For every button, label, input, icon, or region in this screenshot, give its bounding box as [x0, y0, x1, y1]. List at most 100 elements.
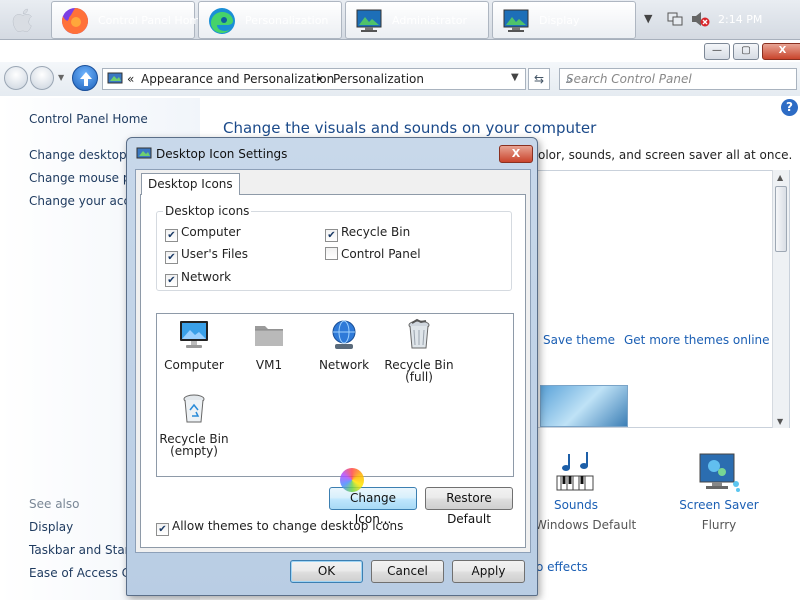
checkmark-icon[interactable]: ✔: [165, 229, 178, 242]
taskbar-button-edge[interactable]: Personalization: [198, 1, 342, 39]
checkbox-label: Control Panel: [341, 247, 421, 261]
back-button[interactable]: [4, 66, 28, 90]
icon-sublabel: (empty): [170, 444, 218, 458]
change-icon-button[interactable]: Change Icon...: [329, 487, 417, 526]
checkmark-icon[interactable]: ✔: [165, 251, 178, 264]
tab-desktop-icons[interactable]: Desktop Icons: [141, 173, 240, 195]
icon-label: Computer: [164, 358, 224, 372]
up-button[interactable]: [72, 65, 98, 91]
checkbox-recycle-bin[interactable]: ✔ Recycle Bin: [325, 225, 410, 242]
checkbox-network[interactable]: ✔ Network: [165, 270, 231, 287]
desktop-icons-group: Desktop icons ✔ Computer ✔ User's Files ✔ N…: [156, 204, 512, 291]
checkmark-icon[interactable]: ✔: [156, 523, 169, 536]
taskbar: Control Panel Home Personalization Admin…: [0, 0, 800, 40]
icon-item-vm1[interactable]: VM1: [232, 318, 306, 371]
checkbox-label: User's Files: [181, 247, 249, 261]
taskbar-button-admin[interactable]: Administrator: [345, 1, 489, 39]
busy-cursor-icon: [340, 468, 364, 492]
icon-label: VM1: [255, 358, 283, 372]
cancel-button[interactable]: Cancel: [371, 560, 444, 583]
address-dropdown-icon[interactable]: ▼: [511, 72, 519, 83]
close-window-button[interactable]: X: [762, 43, 800, 60]
apply-button[interactable]: Apply: [452, 560, 525, 583]
network-icon[interactable]: [666, 10, 684, 28]
icon-item-recycle-bin-full[interactable]: Recycle Bin (full): [382, 318, 456, 383]
icon-item-network[interactable]: Network: [307, 318, 381, 371]
music-notes-icon: [556, 452, 594, 491]
computer-icon: [180, 321, 208, 348]
help-icon[interactable]: ?: [781, 99, 798, 116]
screen-saver-title[interactable]: Screen Saver: [678, 498, 760, 512]
folder-icon: [255, 326, 283, 346]
address-bar[interactable]: « Appearance and Personalization ▸ Perso…: [102, 68, 526, 90]
icon-item-recycle-bin-empty[interactable]: Recycle Bin (empty): [157, 392, 231, 457]
checkmark-icon[interactable]: ✔: [165, 274, 178, 287]
page-description: olor, sounds, and screen saver all at on…: [538, 148, 793, 162]
sounds-item[interactable]: Sounds Windows Default: [535, 448, 637, 532]
checkbox-users-files[interactable]: ✔ User's Files: [165, 247, 248, 264]
minimize-button[interactable]: —: [704, 43, 730, 60]
desktop-icon-list[interactable]: Computer VM1 Network Recycle Bin (full) …: [156, 313, 514, 477]
taskbar-button-display[interactable]: Display: [492, 1, 636, 39]
edge-icon: [209, 8, 235, 34]
refresh-button[interactable]: ⇆: [528, 68, 550, 90]
dialog-title: Desktop Icon Settings: [156, 147, 288, 161]
theme-thumbnail[interactable]: [540, 385, 628, 427]
themes-scrollbar[interactable]: ▲ ▼: [772, 170, 789, 428]
screen-saver-subtitle: Flurry: [701, 518, 737, 532]
breadcrumb-overflow[interactable]: «: [127, 72, 134, 86]
arrow-up-icon: [80, 72, 92, 86]
taskbar-button-label: Control Panel Home: [98, 14, 207, 27]
control-panel-home-link[interactable]: Control Panel Home: [29, 112, 148, 126]
monitor-icon: [356, 9, 382, 32]
display-link[interactable]: Display: [29, 520, 73, 534]
page-title: Change the visuals and sounds on your co…: [223, 119, 597, 137]
taskbar-button-label: Personalization: [245, 14, 329, 27]
search-icon[interactable]: ⌕: [566, 72, 792, 87]
save-theme-link[interactable]: Save theme: [543, 333, 615, 347]
restore-default-button[interactable]: Restore Default: [425, 487, 513, 526]
sounds-title[interactable]: Sounds: [535, 498, 617, 512]
scroll-down-icon[interactable]: ▼: [777, 417, 783, 426]
forward-button[interactable]: [30, 66, 54, 90]
screen-saver-item[interactable]: Screen Saver Flurry: [678, 448, 760, 532]
group-label: Desktop icons: [163, 204, 252, 218]
checkbox-control-panel[interactable]: Control Panel: [325, 247, 421, 261]
sounds-subtitle: Windows Default: [535, 518, 637, 532]
icon-sublabel: (full): [405, 370, 433, 384]
tab-page: Desktop icons ✔ Computer ✔ User's Files ✔ N…: [140, 194, 526, 548]
firefox-icon: [62, 8, 88, 34]
breadcrumb-appearance[interactable]: Appearance and Personalization: [141, 72, 334, 86]
dialog-close-button[interactable]: X: [499, 145, 533, 163]
desktop-icon-settings-dialog: Desktop Icon Settings X Desktop Icons De…: [126, 137, 538, 596]
breadcrumb-separator[interactable]: ▸: [318, 74, 323, 84]
scrollbar-thumb[interactable]: [775, 186, 787, 252]
recycle-bin-full-icon: [408, 318, 430, 349]
checkbox-allow-themes[interactable]: ✔ Allow themes to change desktop icons: [156, 519, 403, 536]
navigation-bar: ▼ « Appearance and Personalization ▸ Per…: [0, 62, 800, 96]
control-panel-icon: [107, 72, 123, 84]
apple-logo-icon[interactable]: [10, 6, 38, 34]
maximize-button[interactable]: ▢: [733, 43, 759, 60]
taskbar-button-firefox[interactable]: Control Panel Home: [51, 1, 207, 39]
scroll-up-icon[interactable]: ▲: [777, 173, 783, 182]
screen-saver-icon: [699, 453, 740, 492]
network-globe-icon: [332, 320, 356, 349]
tray-clock[interactable]: 2:14 PM: [718, 13, 762, 26]
checkmark-icon[interactable]: ✔: [325, 229, 338, 242]
volume-muted-icon[interactable]: [690, 10, 710, 28]
tray-expand-icon[interactable]: ▼: [644, 12, 652, 25]
recent-pages-dropdown-icon[interactable]: ▼: [58, 73, 64, 82]
search-input[interactable]: Search Control Panel ⌕: [559, 68, 797, 90]
breadcrumb-personalization[interactable]: Personalization: [333, 72, 424, 86]
ok-button[interactable]: OK: [290, 560, 363, 583]
icon-item-computer[interactable]: Computer: [157, 318, 231, 371]
get-more-themes-link[interactable]: Get more themes online: [624, 333, 770, 347]
checkbox-computer[interactable]: ✔ Computer: [165, 225, 241, 242]
monitor-icon: [503, 9, 529, 32]
checkbox-label: Computer: [181, 225, 241, 239]
recycle-bin-empty-icon: [183, 394, 205, 423]
empty-checkbox[interactable]: [325, 247, 338, 260]
dialog-monitor-icon: [136, 147, 152, 159]
effects-link[interactable]: o effects: [536, 560, 588, 574]
